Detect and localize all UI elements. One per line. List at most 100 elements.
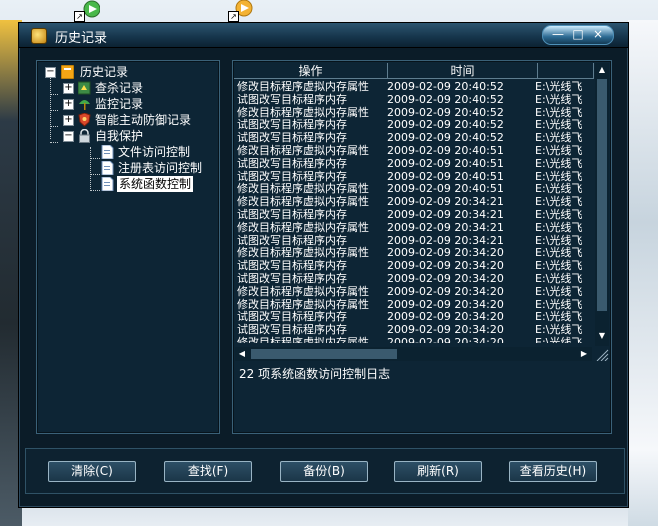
document-icon — [101, 161, 114, 175]
cell-operation: 修改目标程序虚拟内存属性 — [237, 81, 369, 93]
tree-item-scan-records[interactable]: + 查杀记录 — [61, 80, 211, 96]
tree-item-label: 系统函数控制 — [117, 176, 194, 192]
cell-path: E:\光线飞 — [535, 156, 583, 170]
cell-operation: 修改目标程序虚拟内存属性 — [237, 284, 369, 298]
cell-operation: 修改目标程序虚拟内存属性 — [237, 220, 369, 234]
scroll-down-icon[interactable]: ▼ — [595, 330, 609, 342]
status-count: 22 项系统函数访问控制日志 — [239, 367, 391, 381]
scroll-up-icon[interactable]: ▲ — [595, 64, 609, 76]
vertical-scrollbar[interactable]: ▲ ▼ — [595, 63, 609, 346]
expand-icon[interactable]: + — [63, 99, 74, 110]
find-button[interactable]: 查找(F) — [164, 461, 252, 482]
cell-path: E:\光线飞 — [535, 284, 583, 298]
tree-line — [50, 142, 58, 143]
history-icon — [61, 65, 74, 79]
cell-path: E:\光线飞 — [535, 143, 583, 157]
scan-icon — [78, 81, 91, 95]
log-list[interactable]: 修改目标程序虚拟内存属性 2009-02-09 20:40:52 E:\光线飞 试图改… — [237, 81, 593, 343]
scroll-thumb[interactable] — [251, 349, 397, 359]
lock-icon — [79, 129, 90, 143]
tree-line — [50, 77, 51, 139]
tree-line — [90, 158, 100, 159]
cell-path: E:\光线飞 — [535, 220, 583, 234]
table-row[interactable]: 试图改写目标程序内存 2009-02-09 20:40:52 E:\光线飞 — [237, 92, 593, 107]
cell-time: 2009-02-09 20:34:20 — [387, 271, 504, 285]
tree-item-file-access-control[interactable]: 文件访问控制 — [101, 144, 217, 160]
tree-item-active-defense-records[interactable]: + 智能主动防御记录 — [61, 112, 217, 128]
table-row[interactable]: 修改目标程序虚拟内存属性 2009-02-09 20:40:51 E:\光线飞 — [237, 143, 593, 158]
shield-icon — [78, 113, 91, 127]
cell-operation: 试图改写目标程序内存 — [237, 156, 347, 170]
close-button[interactable]: × — [588, 26, 608, 44]
table-row[interactable]: 试图改写目标程序内存 2009-02-09 20:40:51 E:\光线飞 — [237, 156, 593, 171]
tree-item-registry-access-control[interactable]: 注册表访问控制 — [101, 160, 217, 176]
cell-operation: 修改目标程序虚拟内存属性 — [237, 335, 369, 343]
cell-path: E:\光线飞 — [535, 92, 583, 106]
tree-item-self-protection[interactable]: − 自我保护 — [61, 128, 211, 144]
table-row[interactable]: 试图改写目标程序内存 2009-02-09 20:34:20 E:\光线飞 — [237, 271, 593, 286]
expand-icon[interactable]: + — [63, 115, 74, 126]
desktop-shortcut-icon[interactable]: ↗ — [226, 0, 254, 22]
tree-line — [90, 174, 100, 175]
cell-time: 2009-02-09 20:34:21 — [387, 220, 504, 234]
cell-path: E:\光线飞 — [535, 271, 583, 285]
window-title: 历史记录 — [55, 31, 108, 46]
tree-item-label: 自我保护 — [95, 129, 144, 143]
refresh-button[interactable]: 刷新(R) — [394, 461, 482, 482]
umbrella-icon — [79, 100, 90, 110]
tree-root[interactable]: − 历史记录 — [43, 64, 213, 80]
button-bar: 清除(C) 查找(F) 备份(B) 刷新(R) 查看历史(H) — [25, 448, 625, 494]
table-row[interactable]: 试图改写目标程序内存 2009-02-09 20:34:21 E:\光线飞 — [237, 207, 593, 222]
tree-item-label: 注册表访问控制 — [118, 161, 203, 175]
tree-line — [50, 126, 58, 127]
cell-time: 2009-02-09 20:40:51 — [387, 143, 504, 157]
collapse-icon[interactable]: − — [45, 67, 56, 78]
tree-item-system-function-control[interactable]: 系统函数控制 — [101, 176, 217, 192]
column-header-operation[interactable]: 操作 — [234, 63, 388, 79]
tree-item-label: 文件访问控制 — [118, 145, 191, 159]
tree-item-label: 查杀记录 — [95, 81, 144, 95]
cell-path: E:\光线飞 — [535, 335, 583, 343]
tree-line — [90, 190, 100, 191]
document-icon — [101, 145, 114, 159]
tree-item-label: 智能主动防御记录 — [95, 113, 192, 127]
column-header-time[interactable]: 时间 — [388, 63, 538, 79]
tree-item-monitor-records[interactable]: + 监控记录 — [61, 96, 211, 112]
cell-operation: 试图改写目标程序内存 — [237, 207, 347, 221]
cell-time: 2009-02-09 20:40:52 — [387, 92, 504, 106]
cell-path: E:\光线飞 — [535, 81, 583, 93]
title-bar[interactable]: 历史记录 — □ × — [19, 23, 628, 48]
cell-time: 2009-02-09 20:40:52 — [387, 81, 504, 93]
cell-operation: 试图改写目标程序内存 — [237, 92, 347, 106]
horizontal-scrollbar[interactable]: ◀ ▶ — [235, 347, 592, 361]
backup-button[interactable]: 备份(B) — [280, 461, 368, 482]
scroll-thumb[interactable] — [597, 79, 607, 311]
desktop-shortcut-icon[interactable]: ↗ — [72, 0, 101, 22]
cell-time: 2009-02-09 20:34:21 — [387, 207, 504, 221]
table-row[interactable]: 修改目标程序虚拟内存属性 2009-02-09 20:40:52 E:\光线飞 — [237, 81, 593, 94]
column-header-path[interactable] — [538, 63, 594, 79]
maximize-button[interactable]: □ — [568, 26, 588, 44]
scroll-left-icon[interactable]: ◀ — [235, 348, 249, 360]
cell-path: E:\光线飞 — [535, 207, 583, 221]
shield-app-icon — [31, 28, 47, 44]
tree-line — [50, 110, 58, 111]
table-row[interactable]: 修改目标程序虚拟内存属性 2009-02-09 20:34:20 E:\光线飞 — [237, 335, 593, 343]
collapse-icon[interactable]: − — [63, 131, 74, 142]
view-history-button[interactable]: 查看历史(H) — [509, 461, 597, 482]
table-row[interactable]: 修改目标程序虚拟内存属性 2009-02-09 20:34:21 E:\光线飞 — [237, 220, 593, 235]
log-list-panel: 操作 时间 修改目标程序虚拟内存属性 2009-02-09 20:40:52 E:\… — [232, 60, 612, 434]
minimize-button[interactable]: — — [548, 26, 568, 44]
tree-root-label: 历史记录 — [80, 65, 129, 79]
category-tree: − 历史记录 + 查杀记录 + 监控记录 + 智能主动防御记录 − 自我保护 文… — [36, 60, 220, 434]
table-row[interactable]: 修改目标程序虚拟内存属性 2009-02-09 20:34:20 E:\光线飞 — [237, 284, 593, 299]
expand-icon[interactable]: + — [63, 83, 74, 94]
tree-line — [90, 147, 91, 191]
cell-operation: 试图改写目标程序内存 — [237, 271, 347, 285]
list-header: 操作 时间 — [234, 63, 594, 79]
cell-operation: 修改目标程序虚拟内存属性 — [237, 143, 369, 157]
scroll-right-icon[interactable]: ▶ — [577, 348, 591, 360]
clear-button[interactable]: 清除(C) — [48, 461, 136, 482]
resize-grip-icon[interactable] — [595, 348, 609, 361]
history-window: 历史记录 — □ × − 历史记录 + 查杀记录 + 监控记录 + 智能主动防御… — [18, 22, 629, 508]
